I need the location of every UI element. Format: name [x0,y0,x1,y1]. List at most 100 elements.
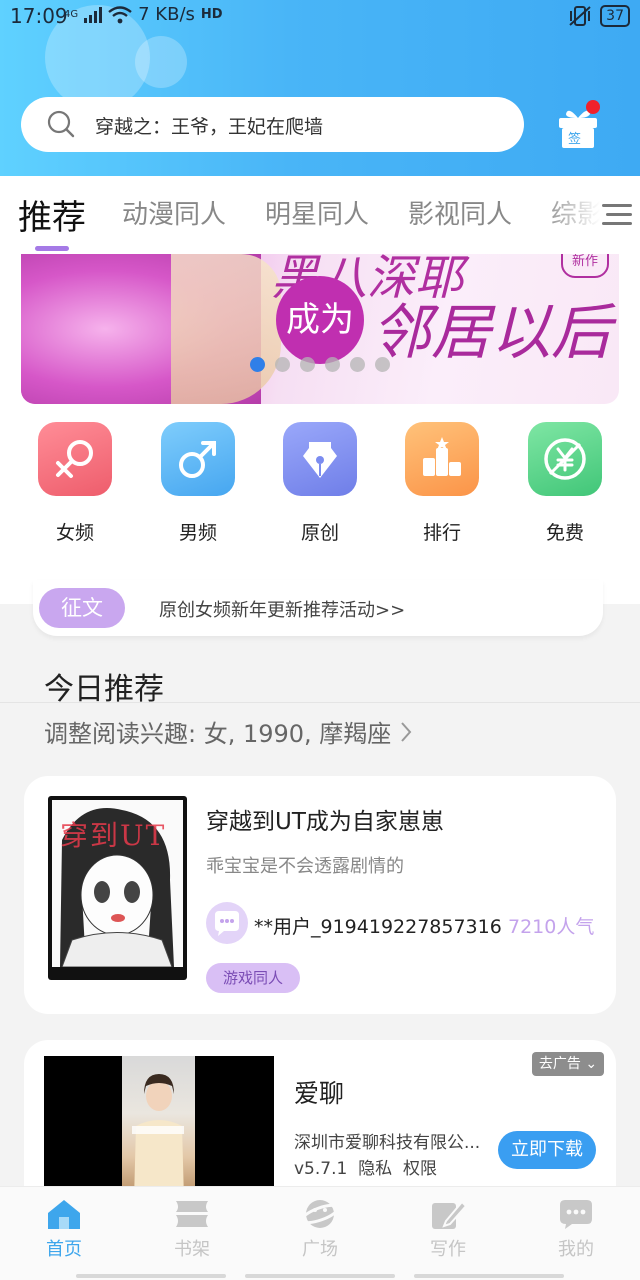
network-type: 4G [64,8,79,20]
category-shortcuts: 女频 男频 原创 排行 免费 [0,422,640,552]
tab-anime-fanfic[interactable]: 动漫同人 [122,194,226,231]
nav-label: 书架 [174,1239,210,1260]
ad-video-thumbnail[interactable] [44,1056,274,1200]
network-speed: 7 KB/s [138,4,195,25]
notification-dot [586,100,600,114]
nav-write[interactable]: 写作 [398,1197,498,1261]
tab-celebrity-fanfic[interactable]: 明星同人 [265,194,369,231]
search-placeholder: 穿越之：王爷，王妃在爬墙 [95,116,324,138]
nav-label: 首页 [46,1239,82,1260]
chat-bubble-icon [215,911,239,936]
remove-ad-label: 去广告 [538,1056,581,1072]
mute-vibrate-icon [569,6,591,26]
ad-card[interactable]: 爱聊 深圳市爱聊科技有限公... v5.7.1 隐私 权限 去广告 ⌄ 立即下载 [24,1040,616,1200]
category-tabs: 推荐 动漫同人 明星同人 影视同人 综影 [0,176,640,254]
carousel-dot[interactable] [350,357,365,372]
header: 17:09 4G 7 KB/s HD 37 穿越之：王爷，王妃在爬墙 签 [0,0,640,176]
divider [0,702,640,703]
category-label: 女频 [55,522,94,544]
search-icon [47,110,75,138]
adjust-interest-link[interactable]: 调整阅读兴趣: 女, 1990, 摩羯座 [44,714,413,749]
carousel-dot[interactable] [250,357,265,372]
status-time: 17:09 [10,4,68,28]
network-status: 4G 7 KB/s HD [64,4,223,25]
carousel-dot[interactable] [275,357,290,372]
male-icon [161,422,235,496]
nav-label: 广场 [302,1239,338,1260]
decor-bubble [135,36,187,88]
notice-pill: 征文 [39,588,125,628]
category-label: 原创 [300,522,339,544]
category-label: 免费 [545,522,584,544]
book-description: 乖宝宝是不会透露剧情的 [206,856,404,877]
nav-label: 我的 [558,1239,594,1260]
nav-home[interactable]: 首页 [14,1197,114,1261]
banner-badge: 新作 [561,254,609,278]
carousel-dot[interactable] [300,357,315,372]
genre-tag[interactable]: 游戏同人 [206,963,300,993]
ad-company: 深圳市爱聊科技有限公... [294,1133,481,1153]
notice-banner[interactable]: 征文 原创女频新年更新推荐活动>> [33,580,603,636]
banner-hair [171,254,281,404]
status-bar: 17:09 4G 7 KB/s HD 37 [0,0,640,34]
banner-carousel[interactable]: 黑八深耶 成为 邻居以后 新作 [21,254,619,404]
bottom-navigation: 首页 书架 广场 写作 我的 [0,1186,640,1280]
category-male[interactable]: 男频 [148,422,248,545]
tab-film-fanfic[interactable]: 影视同人 [408,194,512,231]
battery-indicator: 37 [600,5,630,27]
cover-title: 穿到UT [60,819,167,852]
tab-recommend[interactable]: 推荐 [18,190,86,239]
menu-icon[interactable] [600,198,634,230]
wifi-icon [108,5,132,23]
ad-app-name: 爱聊 [294,1079,345,1108]
signal-icon [84,6,103,23]
carousel-indicator [250,357,390,372]
home-icon [48,1200,80,1229]
book-card[interactable]: 穿到UT 穿越到UT成为自家崽崽 乖宝宝是不会透露剧情的 **用户_919419… [24,776,616,1014]
popularity-count: 7210人气 [508,916,595,938]
chevron-right-icon [401,721,412,742]
nav-profile[interactable]: 我的 [526,1197,626,1261]
interest-text: 调整阅读兴趣: 女, 1990, 摩羯座 [44,720,392,748]
planet-icon [300,1200,340,1228]
author-name[interactable]: **用户_919419227857316 [254,912,502,939]
category-ranking[interactable]: 排行 [392,422,492,545]
ad-permission-link[interactable]: 权限 [403,1159,437,1179]
female-icon [38,422,112,496]
category-label: 男频 [178,522,217,544]
category-label: 排行 [422,522,461,544]
chevron-down-icon: ⌄ [585,1056,598,1072]
nav-plaza[interactable]: 广场 [270,1197,370,1261]
active-tab-indicator [35,246,69,251]
category-free[interactable]: 免费 [515,422,615,545]
author-avatar[interactable] [206,902,248,944]
banner-title-circle: 成为 [276,276,364,364]
search-bar[interactable]: 穿越之：王爷，王妃在爬墙 [21,97,524,152]
hd-icon: HD [200,7,223,22]
banner-title-line2: 邻居以后 [371,298,611,368]
bookshelf-icon [176,1201,208,1227]
category-female[interactable]: 女频 [25,422,125,545]
gesture-bar [76,1274,564,1280]
sign-in-gift-button[interactable]: 签 [554,100,602,150]
yuan-icon [528,422,602,496]
carousel-dot[interactable] [325,357,340,372]
book-cover[interactable]: 穿到UT [48,796,187,980]
nav-bookshelf[interactable]: 书架 [142,1197,242,1261]
download-button[interactable]: 立即下载 [498,1131,596,1169]
gift-label: 签 [568,132,582,147]
carousel-dot[interactable] [375,357,390,372]
remove-ad-button[interactable]: 去广告 ⌄ [532,1052,604,1076]
ad-meta: v5.7.1 隐私 权限 [294,1154,437,1179]
ad-privacy-link[interactable]: 隐私 [358,1159,392,1179]
ad-version: v5.7.1 [294,1159,348,1179]
book-title[interactable]: 穿越到UT成为自家崽崽 [206,802,444,836]
cover-art: 穿到UT [52,800,183,968]
notice-text: 原创女频新年更新推荐活动>> [159,600,406,621]
chat-bubble-icon [560,1200,592,1229]
podium-icon [405,422,479,496]
pen-icon [283,422,357,496]
write-icon [432,1200,468,1229]
nav-label: 写作 [430,1239,466,1260]
category-original[interactable]: 原创 [270,422,370,545]
